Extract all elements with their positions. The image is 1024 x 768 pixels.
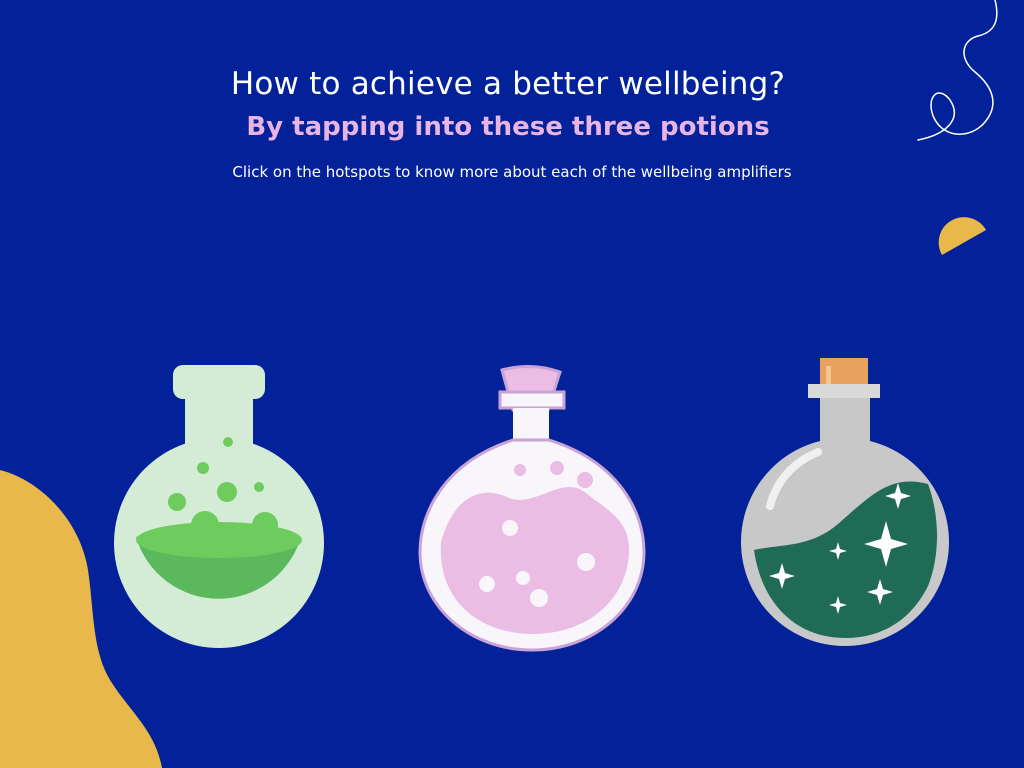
slide-canvas: How to achieve a better wellbeing? By ta…: [0, 0, 1024, 768]
page-title: How to achieve a better wellbeing?: [230, 66, 786, 102]
yellow-half-circle-icon: [938, 217, 986, 255]
page-subtitle: By tapping into these three potions: [246, 112, 770, 142]
potion-hotspot-sparkle[interactable]: [740, 356, 952, 648]
potion-hotspot-pink[interactable]: [415, 362, 650, 654]
instruction-text: Click on the hotspots to know more about…: [232, 163, 792, 181]
potion-hotspot-green[interactable]: [110, 360, 330, 655]
green-bubbling-potion-icon: [111, 365, 324, 648]
pink-potion-bottle-icon: [418, 365, 646, 652]
sparkling-green-potion-icon: [741, 358, 949, 646]
